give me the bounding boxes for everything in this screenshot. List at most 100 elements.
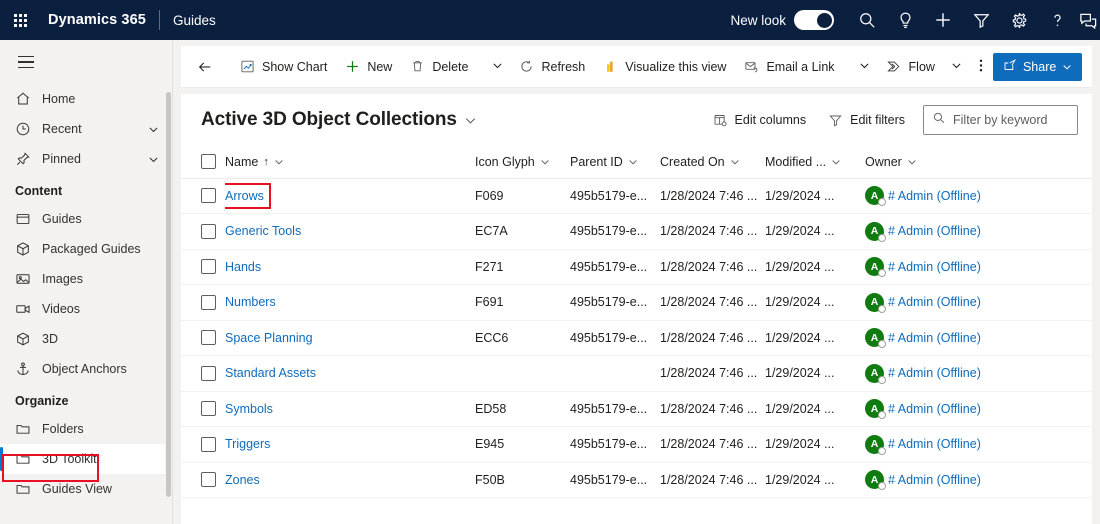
new-look-toggle[interactable] (794, 10, 834, 30)
app-launcher-button[interactable] (0, 0, 40, 40)
owner-link[interactable]: # Admin (Offline) (888, 366, 981, 380)
edit-columns-button[interactable]: Edit columns (705, 107, 815, 134)
command-label: Email a Link (766, 59, 835, 74)
delete-button[interactable]: Delete (401, 51, 477, 83)
row-checkbox[interactable] (201, 259, 216, 275)
cell-name: Standard Assets (225, 355, 475, 392)
filter-button[interactable] (962, 0, 1000, 40)
table-row[interactable]: Hands F271 495b5179-e... 1/28/2024 7:46 … (181, 249, 1092, 285)
chevron-down-icon[interactable] (274, 157, 284, 167)
row-checkbox[interactable] (201, 223, 216, 239)
back-button[interactable] (187, 51, 223, 83)
column-header-modified-on[interactable]: Modified ... (765, 146, 865, 179)
cell-parent-id: 495b5179-e... (570, 391, 660, 427)
more-commands-button[interactable] (969, 51, 993, 83)
row-checkbox[interactable] (201, 436, 216, 452)
visualize-this-view-button[interactable]: Visualize this view (594, 51, 735, 83)
chevron-down-icon (1062, 62, 1072, 72)
column-header-icon-glyph[interactable]: Icon Glyph (475, 146, 570, 179)
feedback-button[interactable] (1076, 0, 1100, 40)
table-row[interactable]: Zones F50B 495b5179-e... 1/28/2024 7:46 … (181, 462, 1092, 498)
owner-link[interactable]: # Admin (Offline) (888, 402, 981, 416)
owner-link[interactable]: # Admin (Offline) (888, 260, 981, 274)
column-header-parent-id[interactable]: Parent ID (570, 146, 660, 179)
record-link[interactable]: Zones (225, 473, 260, 487)
owner-link[interactable]: # Admin (Offline) (888, 437, 981, 451)
hamburger-menu-button[interactable] (6, 40, 46, 84)
owner-link[interactable]: # Admin (Offline) (888, 189, 981, 203)
owner-link[interactable]: # Admin (Offline) (888, 331, 981, 345)
sidebar-item-images[interactable]: Images (0, 264, 173, 294)
email-a-link-button[interactable]: Email a Link (735, 51, 843, 83)
chevron-down-icon[interactable] (907, 157, 917, 167)
search-button[interactable] (848, 0, 886, 40)
owner-link[interactable]: # Admin (Offline) (888, 224, 981, 238)
flow-button[interactable]: Flow (877, 51, 944, 83)
chevron-down-icon[interactable] (831, 157, 841, 167)
column-header-created-on[interactable]: Created On (660, 146, 765, 179)
view-selector-chevron-down-icon[interactable] (464, 114, 477, 127)
row-checkbox[interactable] (201, 472, 216, 488)
chevron-down-icon[interactable] (148, 154, 159, 165)
column-header-name[interactable]: Name ↑ (225, 146, 475, 179)
row-checkbox[interactable] (201, 401, 216, 417)
sidebar-item-guides[interactable]: Guides (0, 204, 173, 234)
owner-link[interactable]: # Admin (Offline) (888, 295, 981, 309)
table-row[interactable]: Symbols ED58 495b5179-e... 1/28/2024 7:4… (181, 391, 1092, 427)
row-checkbox[interactable] (201, 330, 216, 346)
quick-create-button[interactable] (924, 0, 962, 40)
table-row[interactable]: Triggers E945 495b5179-e... 1/28/2024 7:… (181, 426, 1092, 463)
refresh-button[interactable]: Refresh (510, 51, 594, 83)
record-link[interactable]: Hands (225, 260, 261, 274)
table-row[interactable]: Numbers F691 495b5179-e... 1/28/2024 7:4… (181, 284, 1092, 321)
row-checkbox[interactable] (201, 188, 216, 204)
record-link[interactable]: Arrows (225, 189, 264, 203)
email-overflow-chevron[interactable] (852, 51, 877, 83)
delete-overflow-chevron[interactable] (485, 51, 510, 83)
owner-link[interactable]: # Admin (Offline) (888, 473, 981, 487)
table-row[interactable]: Generic Tools EC7A 495b5179-e... 1/28/20… (181, 213, 1092, 250)
chevron-down-icon[interactable] (148, 124, 159, 135)
record-link[interactable]: Space Planning (225, 331, 313, 345)
record-link[interactable]: Generic Tools (225, 224, 301, 238)
sidebar-item-videos[interactable]: Videos (0, 294, 173, 324)
edit-filters-button[interactable]: Edit filters (820, 107, 913, 134)
new-button[interactable]: New (336, 51, 401, 83)
sidebar-scrollbar-thumb[interactable] (166, 92, 171, 497)
sidebar-scrollbar[interactable] (165, 84, 172, 514)
record-link[interactable]: Numbers (225, 295, 276, 309)
sidebar-item-guides-view[interactable]: Guides View (0, 474, 173, 504)
chevron-down-icon[interactable] (628, 157, 638, 167)
record-link[interactable]: Standard Assets (225, 366, 316, 380)
share-button[interactable]: Share (992, 52, 1083, 81)
column-header-owner[interactable]: Owner (865, 146, 1092, 179)
sidebar-item-pinned[interactable]: Pinned (0, 144, 173, 174)
sidebar-item-home[interactable]: Home (0, 84, 173, 114)
help-button[interactable] (1038, 0, 1076, 40)
sidebar-item-3d[interactable]: 3D (0, 324, 173, 354)
search-input[interactable] (953, 113, 1069, 127)
filter-by-keyword-box[interactable] (923, 105, 1078, 135)
table-row[interactable]: Arrows F069 495b5179-e... 1/28/2024 7:46… (181, 178, 1092, 214)
settings-button[interactable] (1000, 0, 1038, 40)
cell-modified-on: 1/29/2024 ... (765, 426, 865, 463)
flow-chevron[interactable] (944, 51, 969, 83)
row-checkbox[interactable] (201, 294, 216, 310)
chevron-down-icon[interactable] (540, 157, 550, 167)
table-row[interactable]: Standard Assets 1/28/2024 7:46 ... 1/29/… (181, 355, 1092, 392)
show-chart-button[interactable]: Show Chart (231, 51, 336, 83)
chevron-down-icon[interactable] (730, 157, 740, 167)
select-all-checkbox[interactable] (201, 154, 216, 170)
sidebar-item-3d-toolkit[interactable]: 3D Toolkit (0, 444, 173, 474)
cell-parent-id: 495b5179-e... (570, 426, 660, 463)
sidebar-item-packaged-guides[interactable]: Packaged Guides (0, 234, 173, 264)
sidebar-item-folders[interactable]: Folders (0, 414, 173, 444)
record-link[interactable]: Symbols (225, 402, 273, 416)
plus-icon (933, 10, 953, 30)
sidebar-item-recent[interactable]: Recent (0, 114, 173, 144)
sidebar-item-object-anchors[interactable]: Object Anchors (0, 354, 173, 384)
row-checkbox[interactable] (201, 365, 216, 381)
record-link[interactable]: Triggers (225, 437, 270, 451)
table-row[interactable]: Space Planning ECC6 495b5179-e... 1/28/2… (181, 320, 1092, 356)
tips-button[interactable] (886, 0, 924, 40)
